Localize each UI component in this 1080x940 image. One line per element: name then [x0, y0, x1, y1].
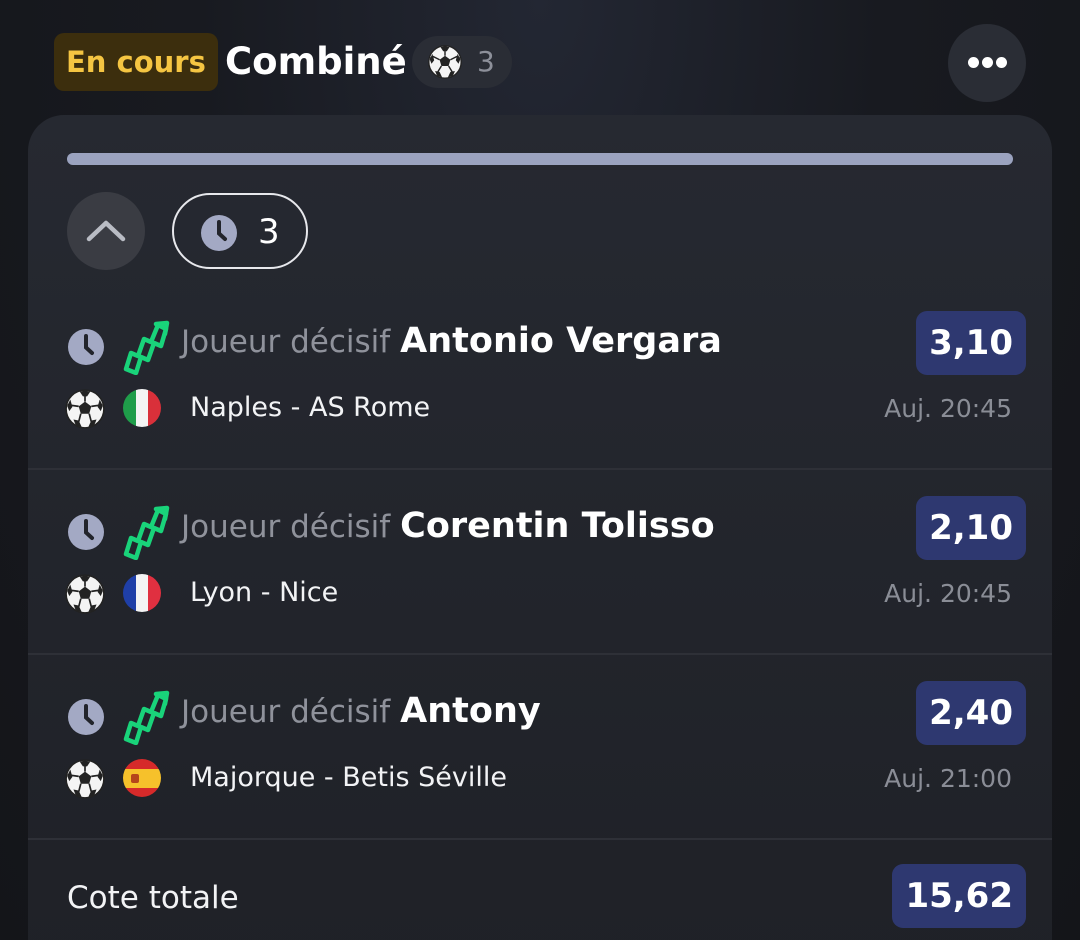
match-name: Naples - AS Rome: [190, 392, 431, 423]
pending-count: 3: [258, 212, 280, 252]
match-name: Majorque - Betis Séville: [190, 762, 507, 793]
clock-icon: [68, 699, 104, 735]
market-label: Joueur décisif: [181, 694, 391, 730]
player-name: Corentin Tolisso: [400, 506, 715, 546]
chevron-up-icon: [86, 220, 126, 242]
bet-card: 3 Joueur décisif Antonio Vergara 3,10 Na…: [28, 115, 1052, 940]
selections-count: 3: [477, 45, 495, 78]
selection-line: Joueur décisif Antonio Vergara: [181, 321, 722, 367]
match-name: Lyon - Nice: [190, 577, 339, 608]
bet-progress-fill: [67, 153, 1013, 165]
italy-flag-icon: [123, 389, 161, 427]
bet-leg[interactable]: Joueur décisif Corentin Tolisso 2,10 Lyon…: [28, 470, 1052, 655]
total-odds-badge: 15,62: [892, 864, 1026, 928]
clock-icon: [68, 329, 104, 365]
france-flag-icon: [123, 574, 161, 612]
odds-badge: 3,10: [916, 311, 1026, 375]
soccer-ball-icon: [428, 45, 462, 79]
soccer-ball-icon: [65, 574, 105, 614]
bet-leg[interactable]: Joueur décisif Antonio Vergara 3,10 Naple…: [28, 285, 1052, 470]
player-name: Antony: [400, 691, 541, 731]
soccer-ball-icon: [65, 759, 105, 799]
more-horizontal-icon: [968, 57, 1007, 69]
pending-filter-chip[interactable]: 3: [172, 193, 308, 269]
spain-flag-icon: [123, 759, 161, 797]
page-title: Combiné: [225, 40, 407, 83]
soccer-ball-icon: [65, 389, 105, 429]
market-label: Joueur décisif: [181, 324, 391, 360]
boost-arrow-icon: [123, 505, 170, 560]
selection-line: Joueur décisif Corentin Tolisso: [181, 506, 715, 552]
more-options-button[interactable]: [948, 24, 1026, 102]
market-label: Joueur décisif: [181, 509, 391, 545]
clock-icon: [68, 514, 104, 550]
odds-badge: 2,40: [916, 681, 1026, 745]
total-odds-label: Cote totale: [67, 880, 239, 916]
match-time: Auj. 20:45: [884, 394, 1012, 423]
boost-arrow-icon: [123, 690, 170, 745]
match-time: Auj. 20:45: [884, 579, 1012, 608]
selections-count-chip: 3: [412, 36, 512, 88]
collapse-button[interactable]: [67, 192, 145, 270]
match-time: Auj. 21:00: [884, 764, 1012, 793]
total-odds-row: Cote totale 15,62: [28, 840, 1052, 940]
clock-icon: [201, 215, 237, 251]
selection-line: Joueur décisif Antony: [181, 691, 541, 737]
bet-header: En cours Combiné 3: [54, 24, 1026, 102]
bet-leg[interactable]: Joueur décisif Antony 2,40 Majorque - Bet…: [28, 655, 1052, 840]
player-name: Antonio Vergara: [400, 321, 722, 361]
odds-badge: 2,10: [916, 496, 1026, 560]
bet-progress-bar: [67, 153, 1013, 165]
boost-arrow-icon: [123, 320, 170, 375]
status-badge: En cours: [54, 33, 218, 91]
